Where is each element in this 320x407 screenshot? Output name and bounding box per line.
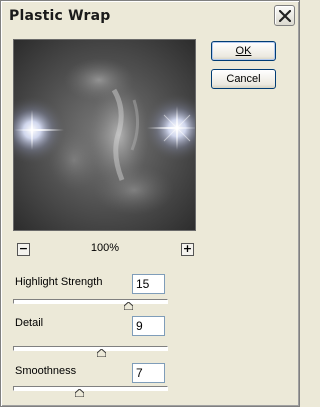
cancel-button[interactable]: Cancel	[211, 69, 276, 89]
highlight-strength-input[interactable]: 15	[132, 274, 165, 294]
close-button[interactable]	[274, 5, 295, 26]
highlight-strength-slider[interactable]	[13, 299, 168, 304]
ok-button[interactable]: OK	[211, 41, 276, 61]
highlight-strength-slider-thumb[interactable]	[124, 302, 133, 310]
highlight-strength-label: Highlight Strength	[15, 276, 103, 288]
zoom-out-button[interactable]: −	[17, 243, 30, 256]
detail-slider-thumb[interactable]	[97, 349, 106, 357]
smoothness-input[interactable]: 7	[132, 363, 165, 383]
zoom-in-button[interactable]: +	[181, 243, 194, 256]
smoothness-slider-thumb[interactable]	[75, 389, 84, 397]
ok-label: OK	[235, 45, 252, 57]
plastic-wrap-dialog: Plastic Wrap − 100% + OK Cancel Highligh…	[0, 0, 300, 407]
detail-label: Detail	[15, 317, 44, 329]
zoom-level: 100%	[90, 242, 120, 254]
smoothness-slider[interactable]	[13, 386, 168, 391]
detail-slider[interactable]	[13, 346, 168, 351]
detail-input[interactable]: 9	[132, 316, 165, 336]
smoothness-label: Smoothness	[15, 365, 77, 377]
title-bar: Plastic Wrap	[4, 4, 296, 29]
dialog-title: Plastic Wrap	[9, 8, 111, 24]
filter-preview-image[interactable]	[13, 39, 196, 231]
close-icon	[279, 10, 291, 22]
